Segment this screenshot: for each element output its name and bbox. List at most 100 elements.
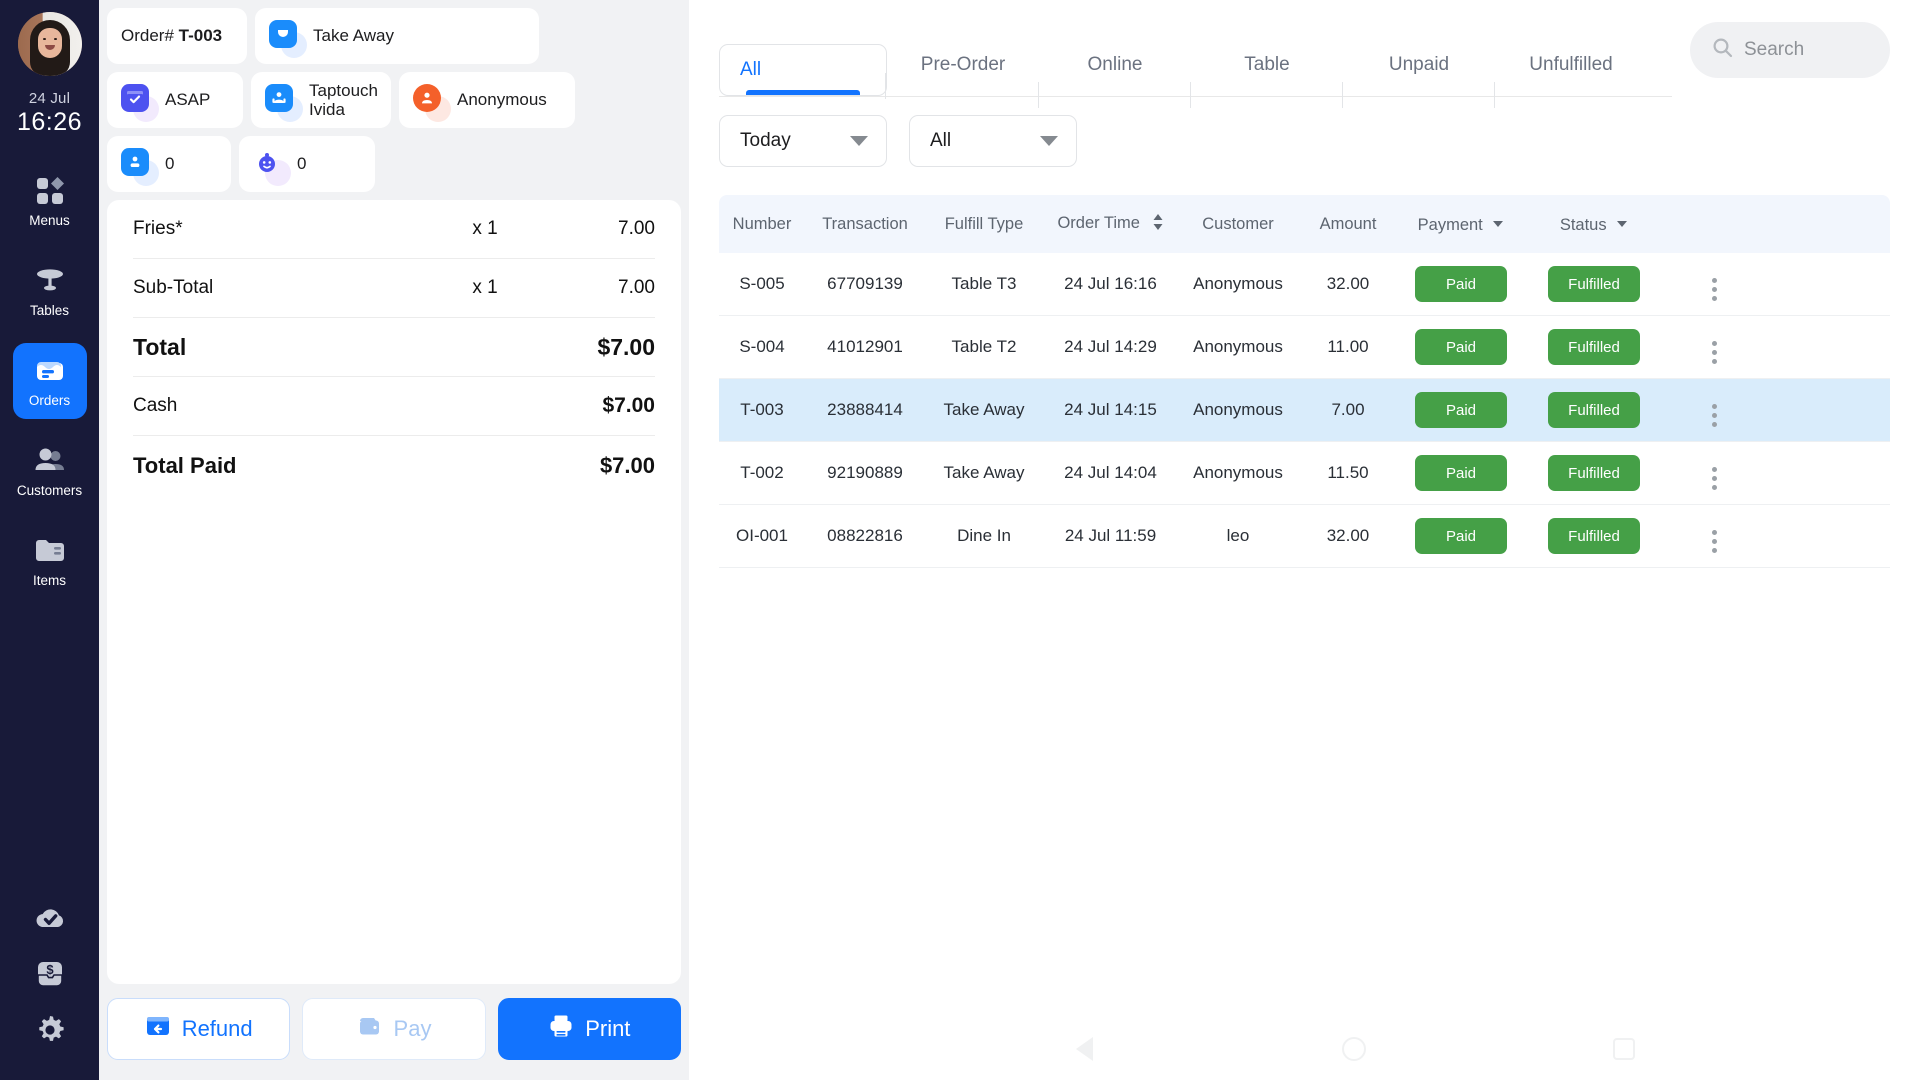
refund-label: Refund bbox=[181, 1016, 253, 1041]
table-row[interactable]: T-002 92190889 Take Away 24 Jul 14:04 An… bbox=[719, 442, 1890, 505]
staff-badge-icon bbox=[265, 83, 303, 122]
cell-transaction: 92190889 bbox=[827, 463, 903, 482]
calendar-check-icon bbox=[121, 83, 159, 122]
cash-drawer-icon[interactable]: $ bbox=[13, 946, 87, 1002]
android-nav-bar bbox=[788, 1018, 1920, 1080]
back-triangle-icon bbox=[1075, 1037, 1093, 1061]
cell-actions bbox=[1664, 268, 1764, 301]
cell-payment: Paid bbox=[1398, 329, 1524, 365]
orders-top-bar: All Pre-Order Online Table Unpaid Unfulf… bbox=[689, 0, 1920, 108]
sidebar-item-label: Tables bbox=[29, 302, 70, 318]
table-row[interactable]: S-005 67709139 Table T3 24 Jul 16:16 Ano… bbox=[719, 253, 1890, 316]
date-range-select[interactable]: Today bbox=[719, 115, 887, 167]
table-row[interactable]: OI-001 08822816 Dine In 24 Jul 11:59 leo… bbox=[719, 505, 1890, 568]
search-input[interactable]: Search bbox=[1690, 22, 1890, 78]
receipt-payment-row: Cash $7.00 bbox=[133, 377, 655, 436]
pay-label: Pay bbox=[393, 1016, 432, 1041]
tab-label: Unpaid bbox=[1388, 54, 1450, 75]
cell-status: Fulfilled bbox=[1524, 266, 1664, 302]
tab-unpaid[interactable]: Unpaid bbox=[1343, 54, 1495, 108]
sidebar-item-menus[interactable]: Menus bbox=[13, 163, 87, 239]
grid-icon bbox=[34, 175, 66, 207]
orders-table: Number Transaction Fulfill Type Order Ti… bbox=[719, 195, 1890, 568]
cell-payment: Paid bbox=[1398, 266, 1524, 302]
column-header-customer[interactable]: Customer bbox=[1178, 215, 1298, 234]
tab-online[interactable]: Online bbox=[1039, 54, 1191, 108]
column-header-number[interactable]: Number bbox=[719, 215, 805, 234]
nav-back-button[interactable] bbox=[949, 1037, 1219, 1061]
user-avatar[interactable] bbox=[17, 12, 82, 76]
cell-order-time: 24 Jul 14:15 bbox=[1064, 400, 1157, 419]
sidebar-item-tables[interactable]: Tables bbox=[13, 253, 87, 329]
cloud-check-icon[interactable] bbox=[13, 890, 87, 946]
timing-label: ASAP bbox=[165, 90, 211, 110]
column-header-fulfill-type[interactable]: Fulfill Type bbox=[925, 215, 1043, 234]
sidebar-item-customers[interactable]: Customers bbox=[13, 433, 87, 509]
tab-label: Unfulfilled bbox=[1529, 54, 1613, 75]
customers-icon bbox=[34, 445, 66, 477]
guest-icon bbox=[121, 147, 159, 186]
row-menu-icon[interactable] bbox=[1711, 403, 1717, 427]
staff-chip[interactable]: Taptouch Ivida bbox=[251, 72, 391, 128]
column-header-transaction[interactable]: Transaction bbox=[805, 215, 925, 234]
row-menu-icon[interactable] bbox=[1711, 277, 1717, 301]
column-header-status[interactable]: Status bbox=[1524, 214, 1664, 235]
nav-home-button[interactable] bbox=[1219, 1037, 1489, 1061]
print-button[interactable]: Print bbox=[497, 998, 681, 1060]
cell-fulfill-type: Dine In bbox=[957, 526, 1011, 545]
tab-unfulfilled[interactable]: Unfulfilled bbox=[1495, 54, 1647, 96]
cell-amount: 11.50 bbox=[1327, 463, 1369, 482]
cell-customer: Anonymous bbox=[1193, 337, 1283, 356]
sidebar-item-orders[interactable]: Orders bbox=[12, 343, 87, 419]
column-header-order-time[interactable]: Order Time bbox=[1043, 213, 1178, 236]
order-type-select[interactable]: All bbox=[909, 115, 1077, 167]
sort-icon bbox=[1152, 213, 1164, 236]
orders-icon bbox=[34, 355, 66, 387]
line-item-name: Fries* bbox=[133, 218, 183, 239]
search-icon bbox=[1712, 37, 1733, 63]
left-nav-rail: 24 Jul 16:26 Menus Tables Orders Custome… bbox=[0, 0, 99, 1080]
order-label: Order# bbox=[121, 26, 174, 46]
cell-fulfill-type: Take Away bbox=[943, 463, 1025, 482]
guest-count-chip[interactable]: 0 bbox=[107, 136, 231, 192]
cell-payment: Paid bbox=[1398, 518, 1524, 554]
sidebar-item-label: Orders bbox=[28, 392, 71, 408]
rail-time: 16:26 bbox=[16, 108, 83, 136]
tab-all[interactable]: All bbox=[719, 44, 887, 99]
tab-pre-order[interactable]: Pre-Order bbox=[887, 54, 1039, 108]
column-header-amount[interactable]: Amount bbox=[1298, 215, 1398, 234]
date-range-value: Today bbox=[740, 130, 791, 151]
wallet-icon bbox=[357, 1013, 383, 1045]
payment-badge: Paid bbox=[1415, 455, 1507, 491]
status-badge: Fulfilled bbox=[1548, 266, 1640, 302]
nav-recents-button[interactable] bbox=[1489, 1038, 1759, 1060]
cell-amount: 32.00 bbox=[1326, 526, 1370, 545]
cell-fulfill-type: Take Away bbox=[943, 400, 1025, 419]
order-type-value: All bbox=[930, 130, 952, 151]
gear-icon[interactable] bbox=[13, 1002, 87, 1058]
column-header-payment[interactable]: Payment bbox=[1398, 214, 1524, 235]
cell-actions bbox=[1664, 331, 1764, 364]
table-row[interactable]: T-003 23888414 Take Away 24 Jul 14:15 An… bbox=[719, 379, 1890, 442]
print-label: Print bbox=[585, 1016, 631, 1041]
cell-status: Fulfilled bbox=[1524, 455, 1664, 491]
fulfill-type-chip[interactable]: Take Away bbox=[255, 8, 539, 64]
row-menu-icon[interactable] bbox=[1711, 340, 1717, 364]
row-menu-icon[interactable] bbox=[1711, 529, 1717, 553]
tab-label: Table bbox=[1244, 54, 1290, 75]
cell-transaction: 23888414 bbox=[827, 400, 903, 419]
items-icon bbox=[34, 535, 66, 567]
kids-count-chip[interactable]: 0 bbox=[239, 136, 375, 192]
row-menu-icon[interactable] bbox=[1711, 466, 1717, 490]
column-header-label: Status bbox=[1559, 215, 1607, 234]
payment-badge: Paid bbox=[1415, 392, 1507, 428]
column-header-label: Payment bbox=[1417, 215, 1483, 234]
customer-chip[interactable]: Anonymous bbox=[399, 72, 575, 128]
timing-chip[interactable]: ASAP bbox=[107, 72, 243, 128]
column-header-label: Order Time bbox=[1057, 213, 1140, 232]
tab-table[interactable]: Table bbox=[1191, 54, 1343, 108]
table-row[interactable]: S-004 41012901 Table T2 24 Jul 14:29 Ano… bbox=[719, 316, 1890, 379]
refund-button[interactable]: Refund bbox=[107, 998, 291, 1060]
sidebar-item-items[interactable]: Items bbox=[13, 523, 87, 599]
cell-payment: Paid bbox=[1398, 392, 1524, 428]
